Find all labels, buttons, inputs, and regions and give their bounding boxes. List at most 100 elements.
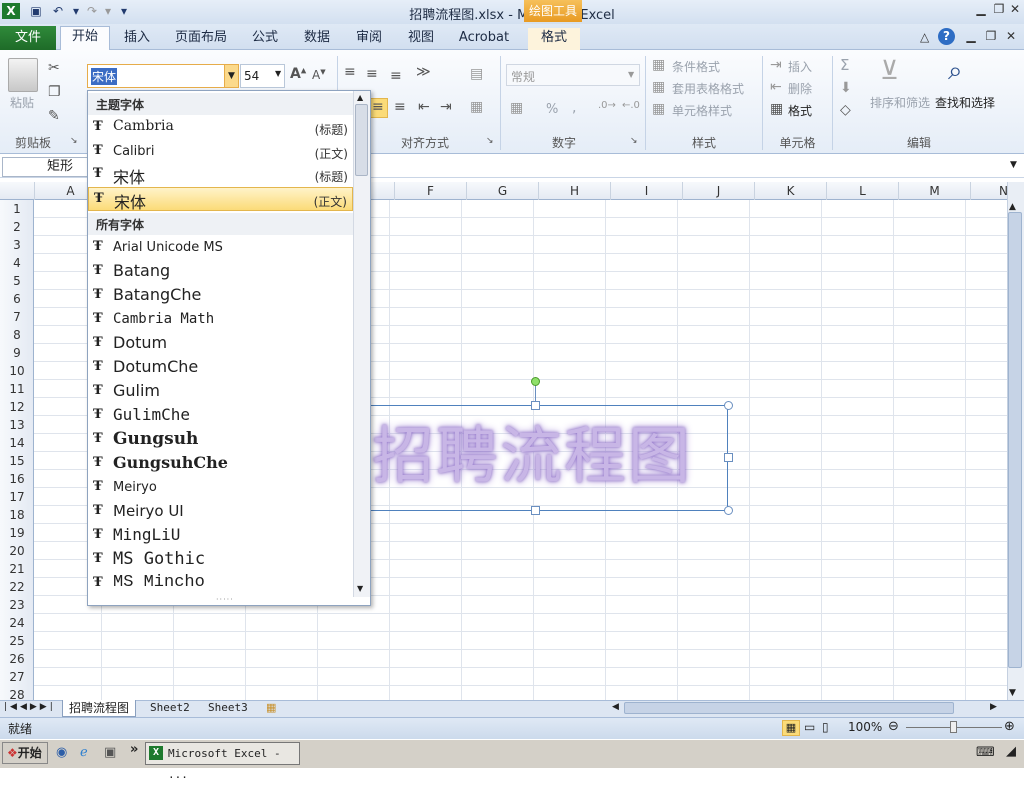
row-header[interactable]: 16 <box>0 470 34 488</box>
doc-restore-icon[interactable]: ❐ <box>982 29 1000 45</box>
row-header[interactable]: 3 <box>0 236 34 254</box>
row-header[interactable]: 12 <box>0 398 34 416</box>
formula-bar-expand-icon[interactable]: ▼ <box>1010 160 1017 170</box>
start-button[interactable]: ❖开始 <box>2 742 48 764</box>
tray-network-icon[interactable]: ◢ <box>1006 744 1016 759</box>
number-launcher-icon[interactable]: ↘ <box>630 136 638 146</box>
font-item-cambria-math[interactable]: Ŧ Cambria Math <box>88 308 353 332</box>
quicklaunch-desktop-icon[interactable]: ◉ <box>56 745 67 760</box>
page-break-view-icon[interactable]: ▯ <box>822 720 829 734</box>
name-box[interactable]: 矩形 <box>2 157 90 177</box>
alignment-launcher-icon[interactable]: ↘ <box>486 136 494 146</box>
row-header[interactable]: 27 <box>0 668 34 686</box>
font-item-gulim[interactable]: Ŧ Gulim <box>88 380 353 404</box>
row-header[interactable]: 9 <box>0 344 34 362</box>
font-item-batang[interactable]: Ŧ Batang <box>88 260 353 284</box>
row-header[interactable]: 22 <box>0 578 34 596</box>
hscroll-right-icon[interactable]: ▶ <box>990 702 997 712</box>
scroll-down-icon[interactable]: ▼ <box>1009 688 1016 698</box>
column-header-m[interactable]: M <box>898 182 970 200</box>
row-header[interactable]: 13 <box>0 416 34 434</box>
format-cells-button[interactable]: 格式 <box>788 102 812 119</box>
row-header[interactable]: 17 <box>0 488 34 506</box>
copy-icon[interactable]: ❐ <box>48 84 61 100</box>
increase-indent-icon[interactable]: ⇥ <box>440 99 452 115</box>
font-item-arial-unicode[interactable]: Ŧ Arial Unicode MS <box>88 236 353 260</box>
tab-review[interactable]: 审阅 <box>350 28 388 50</box>
font-item-meiryo-ui[interactable]: Ŧ Meiryo UI <box>88 500 353 524</box>
dropdown-scroll-up-icon[interactable]: ▲ <box>357 93 363 102</box>
align-middle-icon[interactable]: ≡ <box>366 66 378 82</box>
taskbar-excel-item[interactable]: X Microsoft Excel - ... <box>145 742 300 781</box>
find-select-button[interactable]: 查找和选择 <box>935 94 995 111</box>
find-select-icon[interactable]: ⌕ <box>948 56 963 87</box>
row-header[interactable]: 8 <box>0 326 34 344</box>
clipboard-launcher-icon[interactable]: ↘ <box>70 136 78 146</box>
shrink-font-icon[interactable]: A▼ <box>312 68 326 82</box>
paste-icon[interactable] <box>8 58 38 92</box>
column-header-i[interactable]: I <box>610 182 682 200</box>
close-icon[interactable]: ✕ <box>1006 2 1024 18</box>
font-item-calibri-body[interactable]: Ŧ Calibri (正文) <box>88 140 353 164</box>
row-header[interactable]: 4 <box>0 254 34 272</box>
row-header[interactable]: 6 <box>0 290 34 308</box>
format-cells-icon[interactable]: ▦ <box>770 101 783 117</box>
quicklaunch-app-icon[interactable]: ▣ <box>104 745 116 760</box>
quicklaunch-more-icon[interactable]: » <box>130 742 138 757</box>
row-header[interactable]: 19 <box>0 524 34 542</box>
dropdown-resize-grip-icon[interactable]: ····· <box>216 595 234 604</box>
quicklaunch-ie-icon[interactable]: ℯ <box>80 745 88 760</box>
row-header[interactable]: 24 <box>0 614 34 632</box>
sheet-tab-active[interactable]: 招聘流程图 <box>62 700 137 717</box>
page-layout-view-icon[interactable]: ▭ <box>804 720 815 734</box>
font-item-songti-heading[interactable]: Ŧ 宋体 (标题) <box>88 163 353 187</box>
font-size-arrow-icon[interactable]: ▼ <box>275 69 281 78</box>
resize-handle-top[interactable] <box>531 401 540 410</box>
decrease-indent-icon[interactable]: ⇤ <box>418 99 430 115</box>
tab-file[interactable]: 文件 <box>0 26 56 50</box>
zoom-out-icon[interactable]: ⊖ <box>888 719 899 734</box>
column-header-n[interactable]: N <box>970 182 1007 200</box>
row-header[interactable]: 10 <box>0 362 34 380</box>
clear-icon[interactable]: ◇ <box>840 102 851 118</box>
tab-data[interactable]: 数据 <box>298 28 336 50</box>
horizontal-scroll-thumb[interactable] <box>624 702 954 714</box>
row-header[interactable]: 5 <box>0 272 34 290</box>
cut-icon[interactable]: ✂ <box>48 60 60 76</box>
help-icon[interactable]: ? <box>938 28 955 45</box>
column-header-j[interactable]: J <box>682 182 754 200</box>
row-header[interactable]: 20 <box>0 542 34 560</box>
orientation-icon[interactable]: ≫ <box>416 64 431 80</box>
row-header[interactable]: 7 <box>0 308 34 326</box>
normal-view-icon[interactable]: ▦ <box>782 720 800 736</box>
dropdown-scroll-down-icon[interactable]: ▼ <box>357 584 363 593</box>
zoom-slider-thumb[interactable] <box>950 721 957 733</box>
row-header[interactable]: 2 <box>0 218 34 236</box>
minimize-ribbon-icon[interactable]: △ <box>920 30 929 44</box>
resize-handle-top-right[interactable] <box>724 401 733 410</box>
sheet-tab-sheet2[interactable]: Sheet2 <box>144 700 196 717</box>
tab-acrobat[interactable]: Acrobat <box>454 28 514 50</box>
font-dropdown-arrow-icon[interactable]: ▼ <box>224 65 238 87</box>
column-header-l[interactable]: L <box>826 182 898 200</box>
font-item-batangche[interactable]: Ŧ BatangChe <box>88 284 353 308</box>
align-bottom-icon[interactable]: ≡ <box>390 68 402 84</box>
row-header[interactable]: 21 <box>0 560 34 578</box>
row-header[interactable]: 11 <box>0 380 34 398</box>
row-header[interactable]: 23 <box>0 596 34 614</box>
tab-formulas[interactable]: 公式 <box>246 28 284 50</box>
format-painter-icon[interactable]: ✎ <box>48 108 60 124</box>
tab-insert[interactable]: 插入 <box>118 28 156 50</box>
grow-font-icon[interactable]: A▲ <box>290 66 306 82</box>
tab-page-layout[interactable]: 页面布局 <box>170 28 232 50</box>
resize-handle-bottom[interactable] <box>531 506 540 515</box>
tab-home[interactable]: 开始 <box>60 26 110 50</box>
doc-minimize-icon[interactable]: ▁ <box>962 29 980 45</box>
font-item-meiryo[interactable]: Ŧ Meiryo <box>88 476 353 500</box>
tab-format[interactable]: 格式 <box>528 28 580 50</box>
resize-handle-right[interactable] <box>724 453 733 462</box>
sheet-nav-icons[interactable]: |◀◀▶▶| <box>4 702 56 712</box>
resize-handle-bottom-right[interactable] <box>724 506 733 515</box>
row-header[interactable]: 25 <box>0 632 34 650</box>
align-right-icon[interactable]: ≡ <box>394 99 406 115</box>
